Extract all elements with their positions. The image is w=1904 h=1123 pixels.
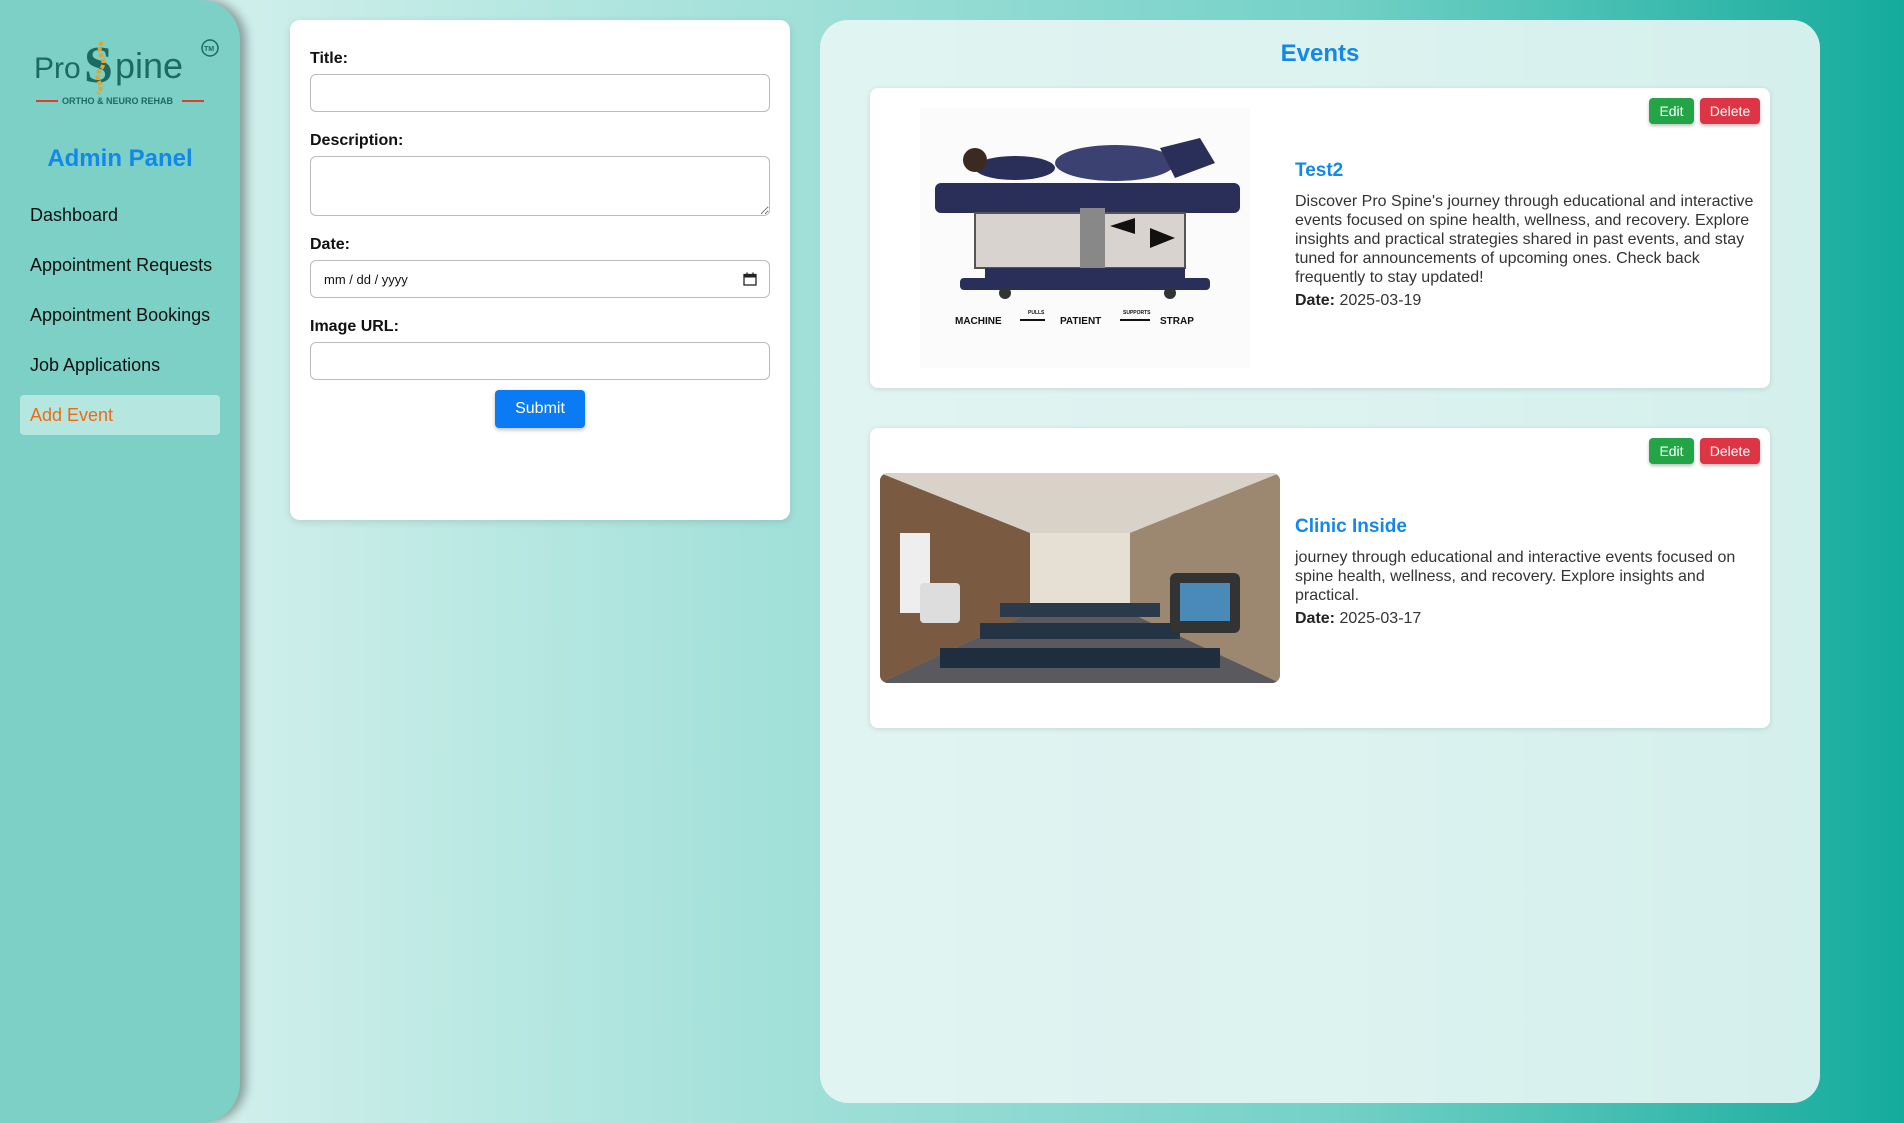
event-description: journey through educational and interact… [1295,549,1736,604]
submit-button[interactable]: Submit [495,390,585,428]
prospine-logo[interactable]: Pro S pine TM ORTHO & NEURO REHAB [32,30,222,110]
event-image-clinic [880,473,1280,683]
admin-panel-title: Admin Panel [47,145,193,172]
svg-text:SUPPORTS: SUPPORTS [1123,310,1151,316]
svg-text:PATIENT: PATIENT [1060,316,1101,327]
description-textarea[interactable] [310,156,770,216]
logo-pine-text: pine [115,45,183,86]
edit-button[interactable]: Edit [1649,98,1694,124]
delete-button[interactable]: Delete [1700,98,1760,124]
svg-text:TM: TM [204,46,214,53]
sidebar-item-add-event[interactable]: Add Event [20,395,220,435]
title-input[interactable] [310,74,770,112]
logo-pro-text: Pro [34,52,81,85]
logo-tagline: ORTHO & NEURO REHAB [62,96,174,106]
event-card: Edit Delete Clinic Inside journey throug… [870,428,1770,728]
event-description: Discover Pro Spine's journey through edu… [1295,193,1754,286]
event-image-traction: MACHINE PULLS PATIENT SUPPORTS STRAP [920,108,1250,368]
delete-button[interactable]: Delete [1700,438,1760,464]
calendar-icon[interactable] [743,272,757,286]
svg-text:STRAP: STRAP [1160,316,1194,327]
events-panel: Events Edit Delete MACHINE PULLS PATIENT… [820,20,1820,1103]
date-input[interactable]: mm / dd / yyyy [310,260,770,298]
sidebar-item-dashboard[interactable]: Dashboard [20,195,220,235]
sidebar-item-appointment-requests[interactable]: Appointment Requests [20,245,220,285]
event-date-value: 2025-03-17 [1339,610,1422,627]
event-title[interactable]: Test2 [1295,160,1755,182]
event-date-label: Date: [1295,610,1336,627]
event-title[interactable]: Clinic Inside [1295,516,1755,538]
events-heading: Events [1280,40,1360,67]
sidebar-item-appointment-bookings[interactable]: Appointment Bookings [20,295,220,335]
image-url-label: Image URL: [310,318,399,335]
event-date-label: Date: [1295,292,1336,309]
svg-text:MACHINE: MACHINE [955,316,1002,327]
title-label: Title: [310,50,348,67]
event-date-value: 2025-03-19 [1339,292,1422,309]
image-url-input[interactable] [310,342,770,380]
sidebar-nav: Dashboard Appointment Requests Appointme… [20,195,220,445]
sidebar-item-job-applications[interactable]: Job Applications [20,345,220,385]
logo-graphic: Pro S pine TM ORTHO & NEURO REHAB [34,37,219,106]
traction-table-illustration: MACHINE PULLS PATIENT SUPPORTS STRAP [935,138,1240,327]
event-date: Date: 2025-03-19 [1295,292,1755,310]
logo-s-letter: S [84,37,113,94]
date-label: Date: [310,236,351,253]
description-label: Description: [310,132,404,149]
svg-text:PULLS: PULLS [1028,310,1045,316]
edit-button[interactable]: Edit [1649,438,1694,464]
sidebar: Pro S pine TM ORTHO & NEURO REHAB Admin … [0,0,240,1123]
event-card: Edit Delete MACHINE PULLS PATIENT SUPPOR… [870,88,1770,388]
event-info: Test2 Discover Pro Spine's journey throu… [1295,160,1755,310]
event-date: Date: 2025-03-17 [1295,610,1755,628]
add-event-form: Title: Description: Date: mm / dd / yyyy… [290,20,790,520]
event-info: Clinic Inside journey through educationa… [1295,516,1755,628]
date-placeholder: mm / dd / yyyy [324,272,408,287]
clinic-interior-photo [880,473,1280,683]
